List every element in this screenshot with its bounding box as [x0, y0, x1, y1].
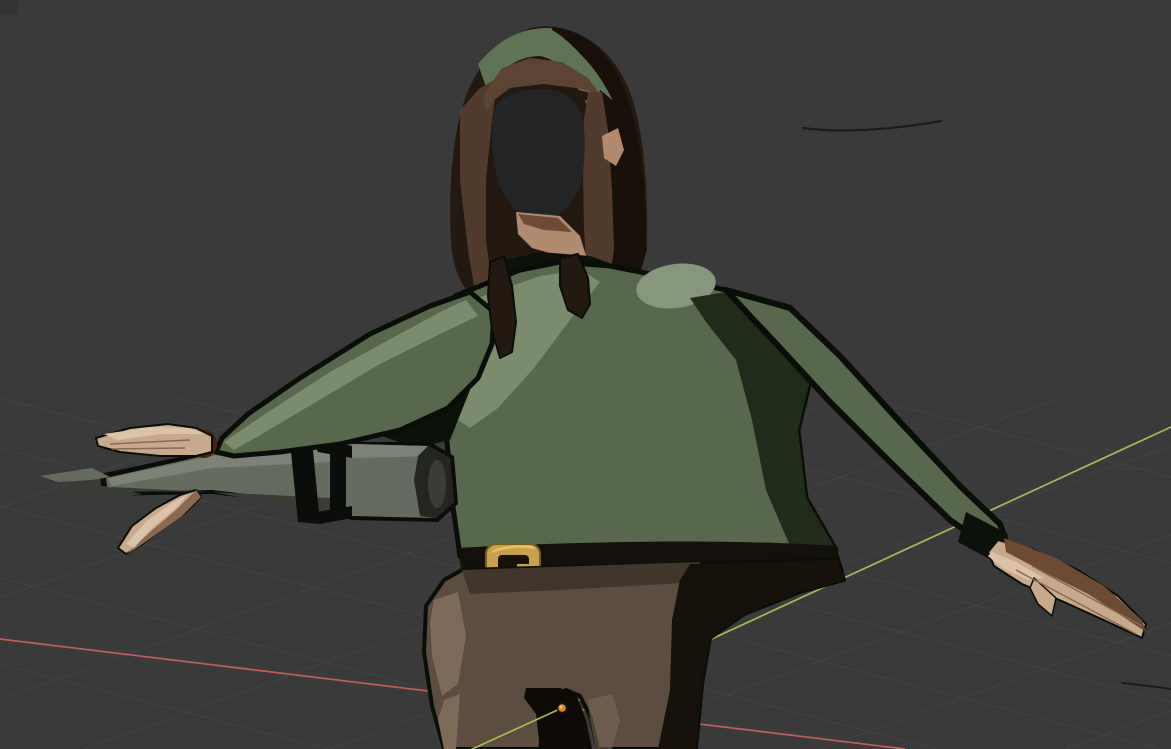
- background-corner-patch: [0, 0, 17, 14]
- origin-dot: [558, 704, 567, 713]
- viewport-window[interactable]: [0, 0, 1171, 749]
- viewport-canvas[interactable]: [0, 0, 1171, 749]
- rifle-endcap-ring: [428, 460, 446, 508]
- origin-dot-core: [560, 706, 563, 709]
- rifle-clamp-rear: [330, 452, 346, 512]
